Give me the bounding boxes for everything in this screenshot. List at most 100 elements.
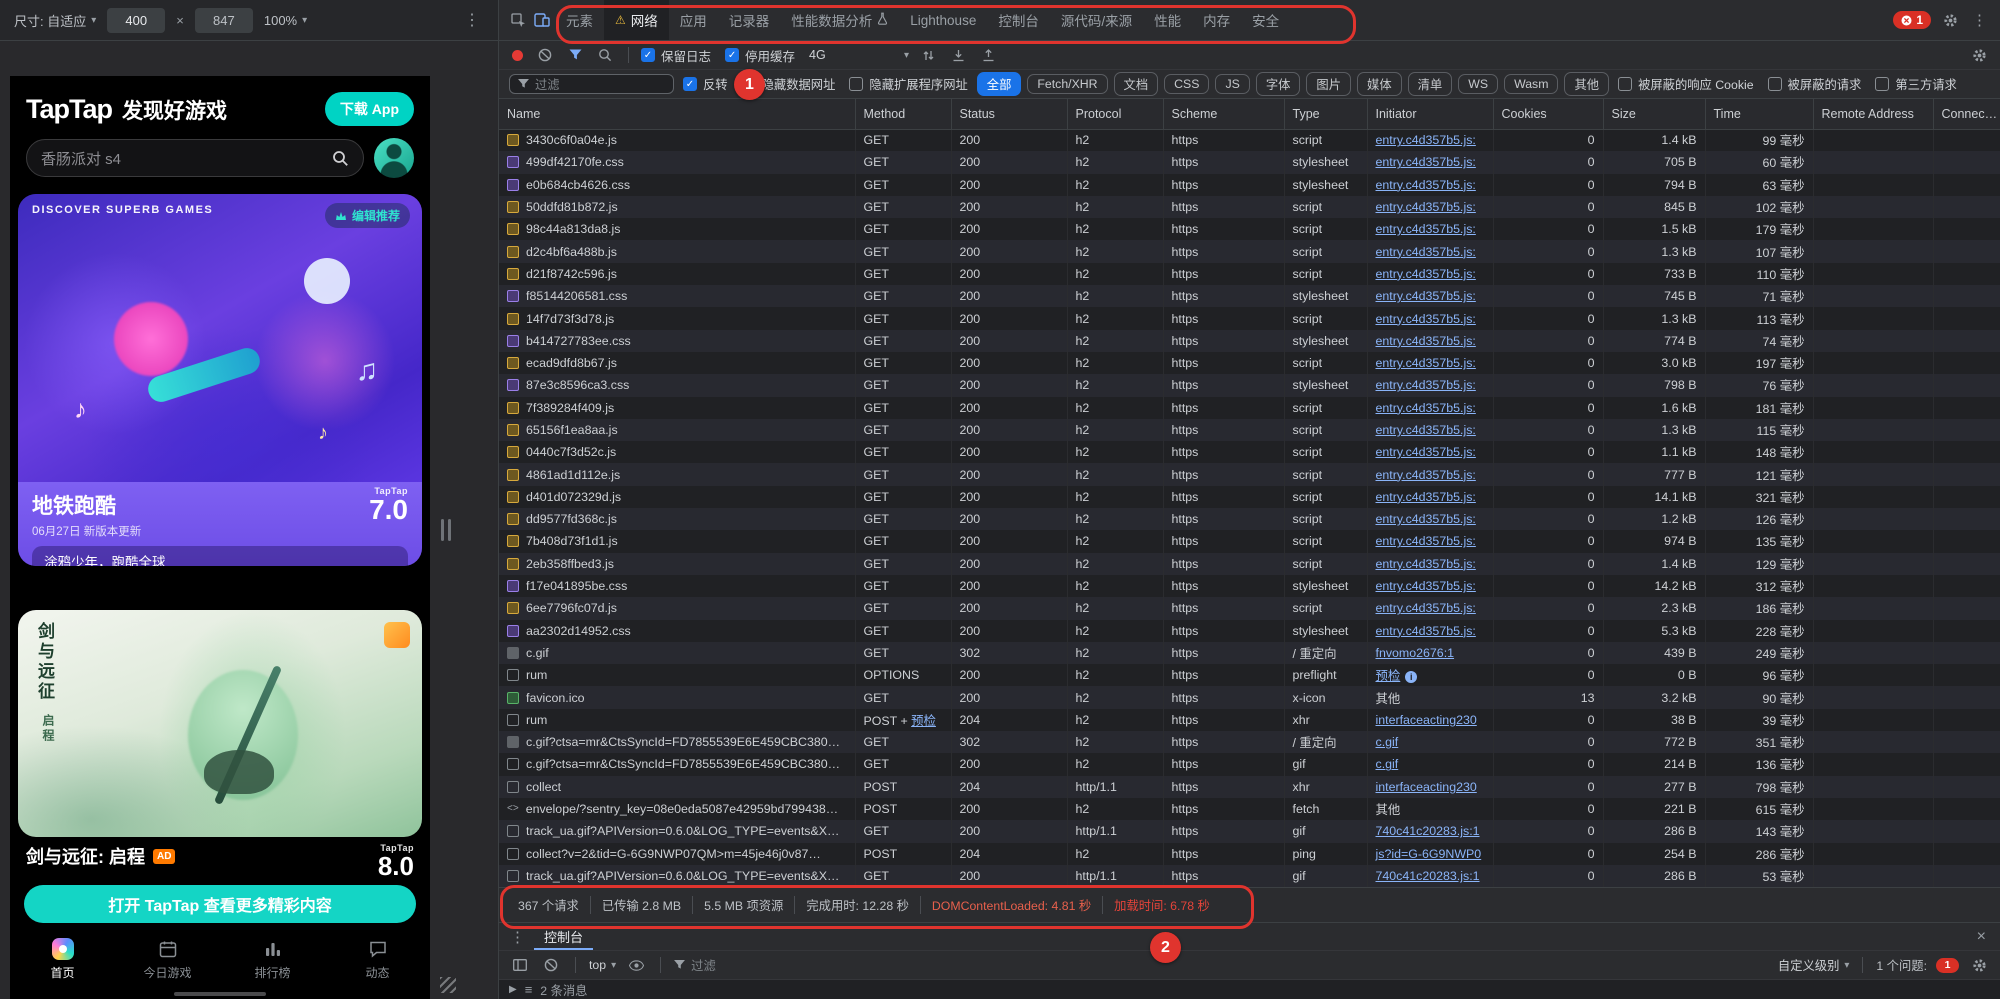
drawer-menu-icon[interactable]: ⋮ bbox=[507, 928, 528, 946]
network-request-row[interactable]: collect?v=2&tid=G-6G9NWP07QM>m=45je46j0v… bbox=[499, 843, 2000, 865]
initiator-link[interactable]: entry.c4d357b5.js: bbox=[1376, 579, 1476, 593]
checkbox[interactable]: ✓ bbox=[641, 48, 655, 62]
network-request-row[interactable]: c.gif?ctsa=mr&CtsSyncId=FD7855539E6E459C… bbox=[499, 753, 2000, 775]
clear-icon[interactable] bbox=[534, 44, 556, 66]
live-expression-eye-icon[interactable] bbox=[625, 954, 647, 976]
filter-chip-全部[interactable]: 全部 bbox=[977, 72, 1022, 96]
network-request-row[interactable]: collectPOST204http/1.1httpsxhrinterfacea… bbox=[499, 776, 2000, 798]
clear-console-icon[interactable] bbox=[540, 954, 562, 976]
network-request-row[interactable]: rumPOST + 预检204h2httpsxhrinterfaceacting… bbox=[499, 709, 2000, 731]
network-request-row[interactable]: 499df42170fe.cssGET200h2httpsstylesheete… bbox=[499, 151, 2000, 173]
drawer-tab-console[interactable]: 控制台 bbox=[534, 923, 593, 950]
initiator-link[interactable]: 预检 bbox=[1376, 669, 1401, 683]
network-request-row[interactable]: ecad9dfd8b67.jsGET200h2httpsscriptentry.… bbox=[499, 352, 2000, 374]
expand-icon[interactable]: ▶ bbox=[509, 984, 517, 995]
filter-chip-媒体[interactable]: 媒体 bbox=[1357, 72, 1402, 96]
initiator-link[interactable]: interfaceacting230 bbox=[1376, 780, 1477, 794]
initiator-link[interactable]: entry.c4d357b5.js: bbox=[1376, 334, 1476, 348]
devtools-tab-源代码/来源[interactable]: 源代码/来源 bbox=[1050, 0, 1143, 40]
record-button[interactable] bbox=[512, 50, 523, 61]
network-request-row[interactable]: c.gif?ctsa=mr&CtsSyncId=FD7855539E6E459C… bbox=[499, 731, 2000, 753]
initiator-link[interactable]: entry.c4d357b5.js: bbox=[1376, 534, 1476, 548]
preflight-link[interactable]: 预检 bbox=[911, 714, 936, 728]
column-header-Type[interactable]: Type bbox=[1284, 99, 1367, 129]
devtools-tab-元素[interactable]: 元素 bbox=[555, 0, 604, 40]
column-header-Status[interactable]: Status bbox=[951, 99, 1067, 129]
network-request-row[interactable]: 2eb358ffbed3.jsGET200h2httpsscriptentry.… bbox=[499, 553, 2000, 575]
initiator-link[interactable]: entry.c4d357b5.js: bbox=[1376, 245, 1476, 259]
initiator-link[interactable]: entry.c4d357b5.js: bbox=[1376, 356, 1476, 370]
initiator-link[interactable]: entry.c4d357b5.js: bbox=[1376, 490, 1476, 504]
nav-item-今日游戏[interactable]: 今日游戏 bbox=[115, 929, 220, 989]
filter-checkbox-隐藏扩展程序网址[interactable]: 隐藏扩展程序网址 bbox=[849, 75, 967, 93]
devtools-tab-性能数据分析[interactable]: 性能数据分析 bbox=[780, 0, 899, 40]
initiator-link[interactable]: entry.c4d357b5.js: bbox=[1376, 267, 1476, 281]
device-height-input[interactable]: 847 bbox=[195, 8, 253, 33]
initiator-link[interactable]: entry.c4d357b5.js: bbox=[1376, 200, 1476, 214]
filter-chip-WS[interactable]: WS bbox=[1458, 74, 1498, 94]
filter-chip-文档[interactable]: 文档 bbox=[1114, 72, 1159, 96]
checkbox[interactable] bbox=[1875, 77, 1889, 91]
filter-checkbox-第三方请求[interactable]: 第三方请求 bbox=[1875, 75, 1957, 93]
network-conditions-icon[interactable] bbox=[917, 44, 939, 66]
column-header-Scheme[interactable]: Scheme bbox=[1163, 99, 1284, 129]
filter-checkbox-被屏蔽的响应 Cookie[interactable]: 被屏蔽的响应 Cookie bbox=[1618, 75, 1753, 93]
initiator-link[interactable]: entry.c4d357b5.js: bbox=[1376, 557, 1476, 571]
zoom-select[interactable]: 100%▾ bbox=[264, 13, 307, 28]
network-request-row[interactable]: e0b684cb4626.cssGET200h2httpsstylesheete… bbox=[499, 174, 2000, 196]
network-request-row[interactable]: rumOPTIONS200h2httpspreflight预检i00 B96 毫… bbox=[499, 664, 2000, 686]
initiator-link[interactable]: entry.c4d357b5.js: bbox=[1376, 222, 1476, 236]
column-header-Remote Address[interactable]: Remote Address bbox=[1813, 99, 1933, 129]
initiator-link[interactable]: entry.c4d357b5.js: bbox=[1376, 423, 1476, 437]
filter-chip-CSS[interactable]: CSS bbox=[1164, 74, 1209, 94]
device-toolbar-toggle-icon[interactable] bbox=[531, 9, 553, 31]
network-request-row[interactable]: 6ee7796fc07d.jsGET200h2httpsscriptentry.… bbox=[499, 597, 2000, 619]
network-request-row[interactable]: d2c4bf6a488b.jsGET200h2httpsscriptentry.… bbox=[499, 240, 2000, 262]
console-sidebar-icon[interactable] bbox=[509, 954, 531, 976]
column-header-Connec…[interactable]: Connec… bbox=[1933, 99, 2000, 129]
network-settings-gear-icon[interactable] bbox=[1968, 44, 1990, 66]
devtools-tab-内存[interactable]: 内存 bbox=[1192, 0, 1241, 40]
filter-toggle-icon[interactable] bbox=[564, 44, 586, 66]
network-request-row[interactable]: 3430c6f0a04e.jsGET200h2httpsscriptentry.… bbox=[499, 129, 2000, 151]
network-request-row[interactable]: 7b408d73f1d1.jsGET200h2httpsscriptentry.… bbox=[499, 530, 2000, 552]
column-header-Size[interactable]: Size bbox=[1603, 99, 1705, 129]
search-input[interactable]: 香肠派对 s4 bbox=[26, 139, 364, 177]
initiator-link[interactable]: entry.c4d357b5.js: bbox=[1376, 512, 1476, 526]
console-filter-input[interactable]: 过滤 bbox=[674, 956, 716, 974]
filter-checkbox-反转[interactable]: ✓反转 bbox=[683, 75, 728, 93]
initiator-link[interactable]: entry.c4d357b5.js: bbox=[1376, 155, 1476, 169]
network-request-row[interactable]: f85144206581.cssGET200h2httpsstylesheete… bbox=[499, 285, 2000, 307]
network-request-row[interactable]: 65156f1ea8aa.jsGET200h2httpsscriptentry.… bbox=[499, 419, 2000, 441]
inspect-icon[interactable] bbox=[507, 9, 529, 31]
initiator-link[interactable]: entry.c4d357b5.js: bbox=[1376, 445, 1476, 459]
initiator-link[interactable]: entry.c4d357b5.js: bbox=[1376, 401, 1476, 415]
issues-badge[interactable]: 1 bbox=[1893, 11, 1931, 29]
initiator-link[interactable]: js?id=G-6G9NWP0 bbox=[1376, 847, 1482, 861]
devtools-tab-控制台[interactable]: 控制台 bbox=[987, 0, 1050, 40]
column-header-Name[interactable]: Name bbox=[499, 99, 855, 129]
network-request-row[interactable]: aa2302d14952.cssGET200h2httpsstylesheete… bbox=[499, 620, 2000, 642]
initiator-link[interactable]: entry.c4d357b5.js: bbox=[1376, 178, 1476, 192]
column-header-Protocol[interactable]: Protocol bbox=[1067, 99, 1163, 129]
initiator-link[interactable]: c.gif bbox=[1376, 757, 1399, 771]
device-toolbar-menu-icon[interactable]: ⋮ bbox=[460, 10, 484, 30]
network-request-row[interactable]: 7f389284f409.jsGET200h2httpsscriptentry.… bbox=[499, 397, 2000, 419]
network-request-row[interactable]: b414727783ee.cssGET200h2httpsstylesheete… bbox=[499, 330, 2000, 352]
network-request-row[interactable]: track_ua.gif?APIVersion=0.6.0&LOG_TYPE=e… bbox=[499, 865, 2000, 887]
import-har-icon[interactable] bbox=[947, 44, 969, 66]
network-request-row[interactable]: favicon.icoGET200h2httpsx-icon其他133.2 kB… bbox=[499, 686, 2000, 708]
column-header-Time[interactable]: Time bbox=[1705, 99, 1813, 129]
device-size-select[interactable]: 尺寸: 自适应▾ bbox=[14, 11, 96, 30]
avatar[interactable] bbox=[374, 138, 414, 178]
resize-grip-icon[interactable] bbox=[440, 977, 456, 993]
network-request-row[interactable]: 50ddfd81b872.jsGET200h2httpsscriptentry.… bbox=[499, 196, 2000, 218]
initiator-link[interactable]: 740c41c20283.js:1 bbox=[1376, 869, 1480, 883]
devtools-tab-Lighthouse[interactable]: Lighthouse bbox=[899, 0, 987, 40]
checkbox[interactable]: ✓ bbox=[683, 77, 697, 91]
throttling-select[interactable]: 4G▾ bbox=[809, 48, 909, 62]
nav-item-排行榜[interactable]: 排行榜 bbox=[220, 929, 325, 989]
close-drawer-icon[interactable]: × bbox=[1971, 928, 1992, 946]
export-har-icon[interactable] bbox=[977, 44, 999, 66]
devtools-tab-性能[interactable]: 性能 bbox=[1143, 0, 1192, 40]
